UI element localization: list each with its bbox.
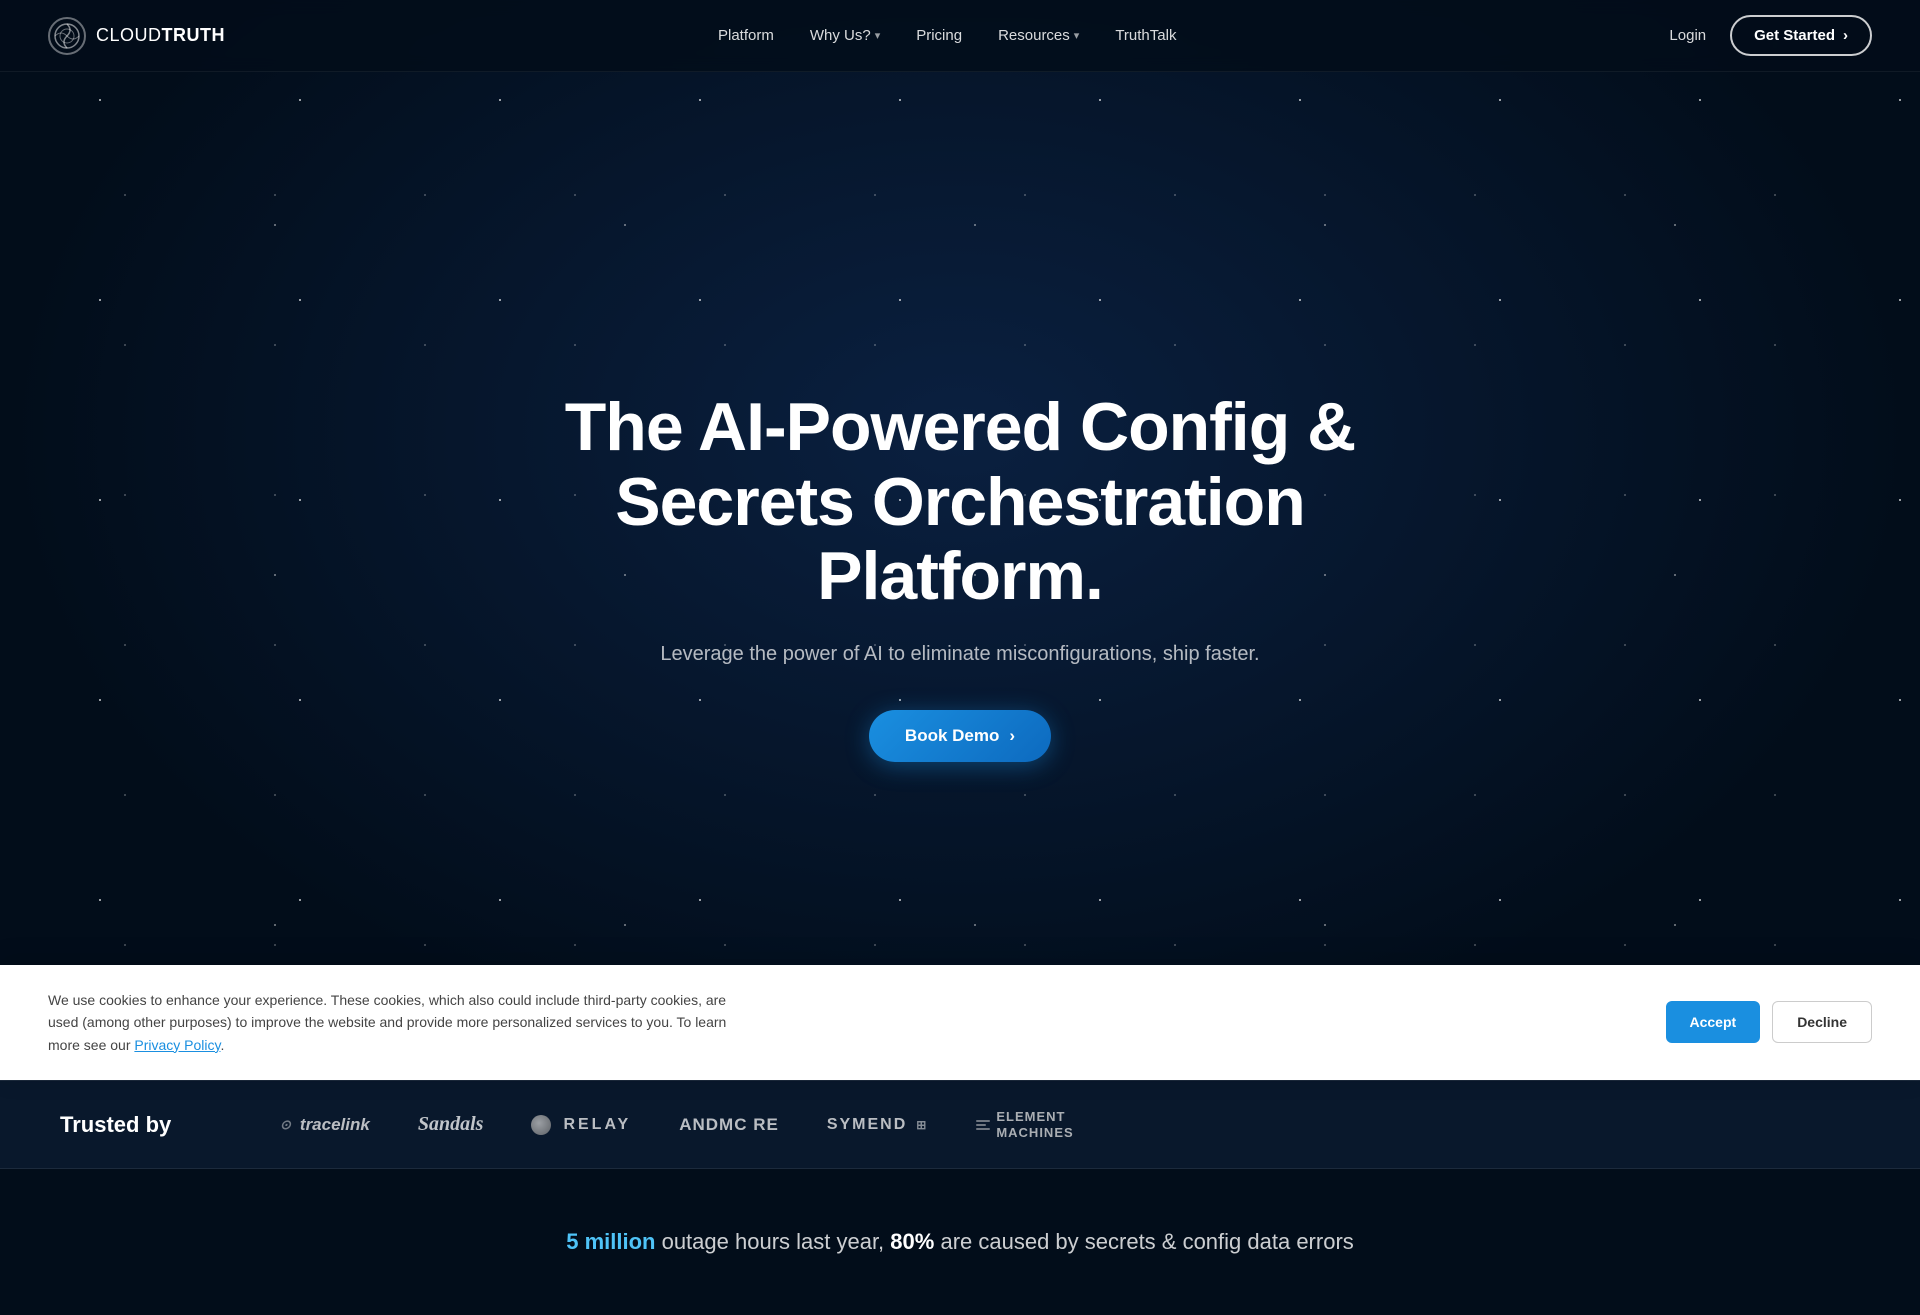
element-logo: ELEMENTMACHINES bbox=[976, 1109, 1073, 1140]
hero-content: The AI-Powered Config & Secrets Orchestr… bbox=[550, 390, 1370, 762]
trusted-bar: Trusted by ⊙ tracelink Sandals RELAY AND… bbox=[0, 1080, 1920, 1169]
stats-text: 5 million outage hours last year, 80% ar… bbox=[24, 1229, 1896, 1255]
logo-text: CLOUDTRUTH bbox=[96, 25, 225, 46]
cookie-decline-button[interactable]: Decline bbox=[1772, 1001, 1872, 1043]
trusted-logos: ⊙ tracelink Sandals RELAY ANDMC RE SYMEN… bbox=[280, 1109, 1860, 1140]
relay-logo: RELAY bbox=[531, 1115, 631, 1135]
trusted-label: Trusted by bbox=[60, 1112, 280, 1138]
hero-section: The AI-Powered Config & Secrets Orchestr… bbox=[0, 0, 1920, 1080]
element-bars-icon bbox=[976, 1120, 990, 1130]
nav-actions: Login Get Started › bbox=[1669, 15, 1872, 56]
navbar: CLOUDTRUTH Platform Why Us? ▾ Pricing Re… bbox=[0, 0, 1920, 72]
chevron-down-icon: ▾ bbox=[1074, 29, 1080, 42]
hero-subtitle: Leverage the power of AI to eliminate mi… bbox=[550, 638, 1370, 670]
stats-highlight-2: 80% bbox=[890, 1229, 934, 1254]
sandals-logo: Sandals bbox=[418, 1113, 484, 1136]
nav-pricing[interactable]: Pricing bbox=[916, 27, 962, 44]
nav-resources[interactable]: Resources ▾ bbox=[998, 27, 1079, 44]
login-button[interactable]: Login bbox=[1669, 27, 1706, 44]
stats-section: 5 million outage hours last year, 80% ar… bbox=[0, 1169, 1920, 1315]
symend-icon: ⊞ bbox=[916, 1118, 928, 1132]
arrow-right-icon: › bbox=[1009, 726, 1015, 746]
nav-platform[interactable]: Platform bbox=[718, 27, 774, 44]
get-started-button[interactable]: Get Started › bbox=[1730, 15, 1872, 56]
book-demo-button[interactable]: Book Demo › bbox=[869, 710, 1051, 762]
tracelink-logo: ⊙ tracelink bbox=[280, 1115, 370, 1135]
relay-dot-icon bbox=[531, 1115, 551, 1135]
andmore-logo: ANDMC RE bbox=[679, 1115, 779, 1135]
privacy-policy-link[interactable]: Privacy Policy bbox=[134, 1037, 220, 1053]
cookie-text: We use cookies to enhance your experienc… bbox=[48, 989, 748, 1056]
cookie-actions: Accept Decline bbox=[1666, 1001, 1873, 1043]
nav-whyus[interactable]: Why Us? ▾ bbox=[810, 27, 880, 44]
hero-title: The AI-Powered Config & Secrets Orchestr… bbox=[550, 390, 1370, 614]
symend-logo: SYMEND ⊞ bbox=[827, 1116, 929, 1134]
stats-highlight-1: 5 million bbox=[566, 1229, 655, 1254]
chevron-down-icon: ▾ bbox=[875, 29, 881, 42]
logo[interactable]: CLOUDTRUTH bbox=[48, 17, 225, 55]
cookie-banner: We use cookies to enhance your experienc… bbox=[0, 965, 1920, 1080]
logo-icon bbox=[48, 17, 86, 55]
arrow-right-icon: › bbox=[1843, 27, 1848, 44]
nav-links: Platform Why Us? ▾ Pricing Resources ▾ T… bbox=[718, 27, 1176, 44]
cookie-accept-button[interactable]: Accept bbox=[1666, 1001, 1761, 1043]
nav-truthtalk[interactable]: TruthTalk bbox=[1115, 27, 1176, 44]
